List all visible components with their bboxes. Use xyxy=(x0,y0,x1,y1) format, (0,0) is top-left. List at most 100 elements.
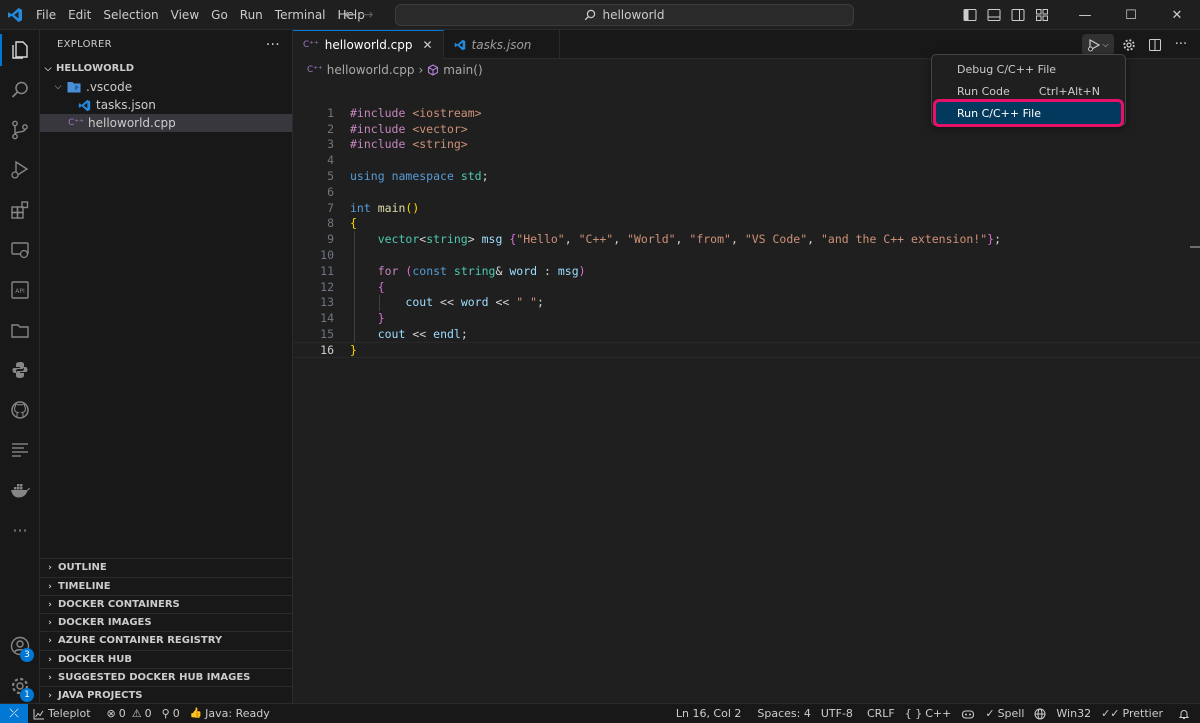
close-icon[interactable]: ✕ xyxy=(422,38,432,52)
tab-helloworld-cpp[interactable]: C⁺⁺ helloworld.cpp ✕ xyxy=(293,30,444,59)
panel-suggested-docker-hub-images[interactable]: › SUGGESTED DOCKER HUB IMAGES xyxy=(40,668,293,686)
more-actions-icon[interactable]: ··· xyxy=(1170,34,1192,56)
arrow-left-icon[interactable]: ← xyxy=(344,7,356,23)
menu-edit[interactable]: Edit xyxy=(62,0,97,30)
panel-azure-container-registry[interactable]: › AZURE CONTAINER REGISTRY xyxy=(40,631,293,649)
menu-item-debug-cpp-file[interactable]: Debug C/C++ File xyxy=(936,58,1121,80)
workspace-root[interactable]: ⌵ HELLOWORLD xyxy=(40,60,292,78)
panel-java-projects[interactable]: › JAVA PROJECTS xyxy=(40,686,293,704)
problems-item[interactable]: ⊗ 0 ⚠ 0 xyxy=(102,704,157,723)
explorer-icon[interactable] xyxy=(0,30,40,70)
cpp-file-icon: C⁺⁺ xyxy=(68,118,84,128)
search-icon[interactable] xyxy=(0,70,40,110)
folder-vscode[interactable]: ⌵ .vscode xyxy=(40,78,292,96)
github-icon[interactable] xyxy=(0,390,40,430)
remote-explorer-icon[interactable] xyxy=(0,230,40,270)
arrow-right-icon[interactable]: → xyxy=(362,7,374,23)
workspace-root-label: HELLOWORLD xyxy=(56,63,134,74)
line-number: 7 xyxy=(327,200,334,215)
copilot-icon[interactable] xyxy=(956,704,980,723)
line-ending[interactable]: CRLF xyxy=(862,704,900,723)
vscode-folder-icon xyxy=(66,79,82,95)
source-control-icon[interactable] xyxy=(0,110,40,150)
chevron-right-icon: › xyxy=(48,635,52,646)
explorer-header: EXPLORER ··· xyxy=(40,30,292,59)
more-actions-icon[interactable]: ··· xyxy=(266,37,280,53)
settings-gear-icon[interactable] xyxy=(1118,34,1140,56)
run-debug-icon xyxy=(1088,38,1101,51)
code-text: #include <iostream> xyxy=(350,105,482,120)
menu-file[interactable]: File xyxy=(30,0,62,30)
toggle-secondary-sidebar-icon[interactable] xyxy=(1006,0,1030,30)
ports-item[interactable]: ⚲ 0 xyxy=(157,704,185,723)
panel-timeline[interactable]: › TIMELINE xyxy=(40,577,293,595)
encoding[interactable]: UTF-8 xyxy=(816,704,858,723)
panel-outline[interactable]: › OUTLINE xyxy=(40,558,293,576)
menu-terminal[interactable]: Terminal xyxy=(269,0,332,30)
docker-icon[interactable] xyxy=(0,470,40,510)
code-text: vector<string> msg {"Hello", "C++", "Wor… xyxy=(377,232,1002,247)
file-tasks-json[interactable]: tasks.json xyxy=(40,96,292,114)
broadcast-icon: ⚲ xyxy=(161,707,170,720)
line-number: 15 xyxy=(320,327,334,342)
svg-text:API: API xyxy=(15,288,25,295)
menu-go[interactable]: Go xyxy=(205,0,234,30)
prettier-item[interactable]: ✓✓ Prettier xyxy=(1096,704,1168,723)
code-text: } xyxy=(350,342,357,357)
minimize-button[interactable]: — xyxy=(1062,0,1108,30)
teleplot-item[interactable]: Teleplot xyxy=(28,704,96,723)
tab-label: helloworld.cpp xyxy=(324,38,413,52)
run-and-debug-icon[interactable] xyxy=(0,150,40,190)
toggle-panel-icon[interactable] xyxy=(982,0,1006,30)
menu-item-run-cpp-file[interactable]: Run C/C++ File xyxy=(933,99,1124,127)
line-number: 14 xyxy=(320,311,334,326)
run-debug-dropdown-button[interactable]: ⌵ xyxy=(1082,33,1114,56)
code-line: 6 xyxy=(293,184,1200,200)
menu-run[interactable]: Run xyxy=(234,0,269,30)
panel-docker-images[interactable]: › DOCKER IMAGES xyxy=(40,613,293,631)
cpp-file-icon: C⁺⁺ xyxy=(307,65,323,75)
language-mode[interactable]: { } C++ xyxy=(900,704,957,723)
panel-docker-containers[interactable]: › DOCKER CONTAINERS xyxy=(40,595,293,613)
scrollbar-marker[interactable] xyxy=(1190,246,1200,248)
maximize-button[interactable]: ☐ xyxy=(1108,0,1154,30)
split-editor-icon[interactable] xyxy=(1144,34,1166,56)
cursor-position[interactable]: Ln 16, Col 2 xyxy=(671,704,747,723)
command-center-search[interactable]: helloworld xyxy=(395,4,854,26)
platform-item[interactable]: Win32 xyxy=(1051,704,1096,723)
accounts-icon[interactable]: 3 xyxy=(0,626,40,666)
toggle-sidebar-icon[interactable] xyxy=(958,0,982,30)
file-helloworld-cpp[interactable]: C⁺⁺ helloworld.cpp xyxy=(40,114,292,132)
manage-gear-icon[interactable]: 1 xyxy=(0,666,40,706)
breadcrumb-symbol[interactable]: main() xyxy=(443,63,482,77)
activity-bar: API ··· 3 1 xyxy=(0,30,40,703)
breadcrumb-file[interactable]: helloworld.cpp xyxy=(327,63,415,77)
indentation[interactable]: Spaces: 4 xyxy=(752,704,815,723)
line-number: 2 xyxy=(327,121,334,136)
extensions-icon[interactable] xyxy=(0,190,40,230)
spell-check-item[interactable]: ✓ Spell xyxy=(980,704,1029,723)
outline-lines-icon[interactable] xyxy=(0,430,40,470)
tab-tasks-json[interactable]: tasks.json xyxy=(444,30,561,59)
menu-view[interactable]: View xyxy=(165,0,205,30)
globe-icon[interactable] xyxy=(1029,704,1051,723)
menu-item-run-code[interactable]: Run Code Ctrl+Alt+N xyxy=(936,80,1121,102)
code-line: 9 vector<string> msg {"Hello", "C++", "W… xyxy=(293,231,1200,247)
remote-indicator-button[interactable]: ⤫ xyxy=(0,704,28,723)
java-status-item[interactable]: 👍 Java: Ready xyxy=(185,704,275,723)
panel-docker-hub[interactable]: › DOCKER HUB xyxy=(40,650,293,668)
api-icon[interactable]: API xyxy=(0,270,40,310)
code-text: int main() xyxy=(350,200,420,215)
chevron-right-icon: › xyxy=(48,654,52,665)
chevron-right-icon: › xyxy=(48,581,52,592)
menu-selection[interactable]: Selection xyxy=(97,0,164,30)
notifications-bell-icon[interactable] xyxy=(1168,704,1200,723)
folder-icon[interactable] xyxy=(0,310,40,350)
folder-vscode-label: .vscode xyxy=(86,80,133,94)
close-window-button[interactable]: ✕ xyxy=(1154,0,1200,30)
customize-layout-icon[interactable] xyxy=(1030,0,1054,30)
code-text: { xyxy=(350,216,357,231)
python-icon[interactable] xyxy=(0,350,40,390)
code-line: 3 #include <string> xyxy=(293,137,1200,153)
more-views-icon[interactable]: ··· xyxy=(0,510,40,550)
